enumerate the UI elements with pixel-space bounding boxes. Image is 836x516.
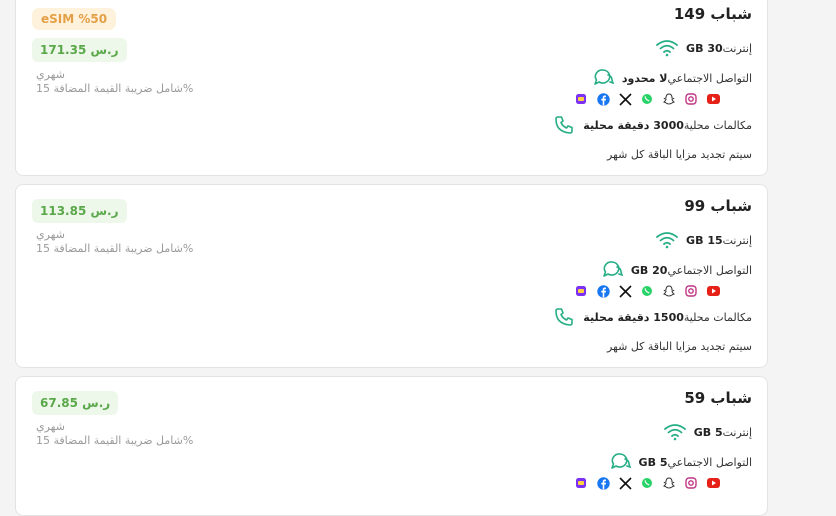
app-icon (574, 284, 588, 298)
plan-card-99[interactable]: شباب 99 113.85 ر.س شهري شامل ضريبة القيم… (15, 184, 768, 368)
internet-value: 5 GB (693, 425, 723, 439)
snapchat-icon (662, 476, 676, 490)
social-value: 20 GB (630, 263, 668, 277)
plan-title: شباب 59 (684, 389, 752, 407)
wifi-icon (655, 228, 679, 252)
x-icon (618, 284, 632, 298)
calls-value: 1500 دقيقة محلية (583, 310, 684, 324)
phone-icon (552, 305, 576, 329)
instagram-icon (684, 284, 698, 298)
app-icon (574, 92, 588, 106)
calls-label: مكالمات محلية (683, 310, 752, 324)
social-row: 20 GB التواصل الاجتماعي (590, 258, 752, 282)
social-value: 5 GB (638, 455, 668, 469)
phone-icon (552, 113, 576, 137)
internet-value: 30 GB (686, 41, 723, 55)
snapchat-icon (662, 284, 676, 298)
social-row: لا محدود التواصل الاجتماعي (581, 66, 752, 90)
internet-row: 15 GB إنترنت (645, 228, 752, 252)
social-row: 5 GB التواصل الاجتماعي (598, 450, 752, 474)
price-badge: 171.35 ر.س (32, 38, 127, 62)
social-apps (574, 92, 720, 106)
social-apps (574, 476, 720, 490)
billing-period: شهري (36, 68, 65, 81)
renewal-note: سيتم تجديد مزايا الباقة كل شهر (606, 340, 752, 353)
whatsapp-icon (640, 92, 654, 106)
plan-card-59[interactable]: شباب 59 67.85 ر.س شهري شامل ضريبة القيمة… (15, 376, 768, 516)
x-icon (618, 476, 632, 490)
internet-label: إنترنت (722, 41, 752, 55)
facebook-icon (596, 92, 610, 106)
vat-note: شامل ضريبة القيمة المضافة 15% (36, 82, 194, 95)
esim-discount-badge: eSIM %50 (32, 8, 117, 30)
wifi-icon (663, 420, 687, 444)
youtube-icon (706, 476, 720, 490)
social-apps (574, 284, 720, 298)
vat-note: شامل ضريبة القيمة المضافة 15% (36, 242, 194, 255)
x-icon (618, 92, 632, 106)
chat-bubbles-icon (608, 450, 632, 474)
chat-bubbles-icon (600, 258, 624, 282)
billing-period: شهري (36, 420, 65, 433)
price-badge: 113.85 ر.س (32, 199, 127, 223)
renewal-note: سيتم تجديد مزايا الباقة كل شهر (606, 148, 752, 161)
app-icon (574, 476, 588, 490)
plan-title: شباب 149 (673, 5, 752, 23)
calls-label: مكالمات محلية (683, 118, 752, 132)
social-label: التواصل الاجتماعي (667, 263, 752, 277)
instagram-icon (684, 476, 698, 490)
whatsapp-icon (640, 284, 654, 298)
plan-card-149[interactable]: شباب 149 eSIM %50 171.35 ر.س شهري شامل ض… (15, 0, 768, 176)
calls-value: 3000 دقيقة محلية (583, 118, 684, 132)
social-value: لا محدود (621, 71, 668, 85)
social-label: التواصل الاجتماعي (667, 71, 752, 85)
facebook-icon (596, 284, 610, 298)
youtube-icon (706, 284, 720, 298)
snapchat-icon (662, 92, 676, 106)
price-badge: 67.85 ر.س (32, 391, 119, 415)
internet-label: إنترنت (722, 233, 752, 247)
billing-period: شهري (36, 228, 65, 241)
internet-label: إنترنت (722, 425, 752, 439)
wifi-icon (655, 36, 679, 60)
internet-row: 5 GB إنترنت (653, 420, 752, 444)
facebook-icon (596, 476, 610, 490)
vat-note: شامل ضريبة القيمة المضافة 15% (36, 434, 194, 447)
internet-value: 15 GB (686, 233, 723, 247)
calls-row: 1500 دقيقة محلية مكالمات محلية (542, 305, 752, 329)
social-label: التواصل الاجتماعي (667, 455, 752, 469)
calls-row: 3000 دقيقة محلية مكالمات محلية (542, 113, 752, 137)
plan-title: شباب 99 (684, 197, 752, 215)
youtube-icon (706, 92, 720, 106)
chat-bubbles-icon (591, 66, 615, 90)
internet-row: 30 GB إنترنت (645, 36, 752, 60)
whatsapp-icon (640, 476, 654, 490)
instagram-icon (684, 92, 698, 106)
